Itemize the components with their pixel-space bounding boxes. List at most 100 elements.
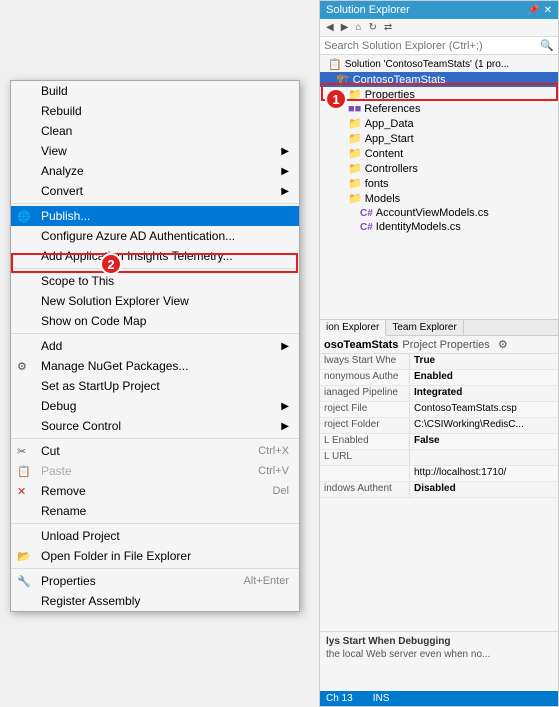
app-data-label: App_Data: [365, 118, 414, 130]
prop-val: Disabled: [410, 482, 558, 497]
se-search-bar[interactable]: 🔍: [320, 37, 558, 55]
prop-row: roject Folder C:\CSIWorking\RedisC...: [320, 418, 558, 434]
tree-content[interactable]: 📁 Content: [320, 146, 558, 161]
prop-val: ContosoTeamStats.csp: [410, 402, 558, 417]
cm-add[interactable]: Add ▶: [11, 336, 299, 356]
cm-source-control[interactable]: Source Control ▶: [11, 416, 299, 436]
forward-btn[interactable]: ▶: [339, 21, 351, 34]
folder-icon: 📁: [348, 192, 362, 205]
cm-convert[interactable]: Convert ▶: [11, 181, 299, 201]
cm-configure-azure[interactable]: Configure Azure AD Authentication...: [11, 226, 299, 246]
project-label: ContosoTeamStats: [353, 74, 446, 86]
tree-references[interactable]: ■■ References: [320, 102, 558, 116]
properties-label: Properties: [41, 574, 96, 588]
prop-link[interactable]: Project Properties: [402, 339, 489, 351]
cm-unload-project[interactable]: Unload Project: [11, 526, 299, 546]
properties-label: Properties: [365, 89, 415, 101]
cm-rename[interactable]: Rename: [11, 501, 299, 521]
content-label: Content: [365, 148, 404, 160]
cm-debug[interactable]: Debug ▶: [11, 396, 299, 416]
app-start-label: App_Start: [365, 133, 414, 145]
cm-set-startup[interactable]: Set as StartUp Project: [11, 376, 299, 396]
tree-properties[interactable]: 📁 Properties: [320, 87, 558, 102]
cm-paste[interactable]: 📋 Paste Ctrl+V: [11, 461, 299, 481]
scope-to-this-label: Scope to This: [41, 274, 114, 288]
controllers-label: Controllers: [365, 163, 418, 175]
tree-fonts[interactable]: 📁 fonts: [320, 176, 558, 191]
project-icon: 🏗️: [336, 73, 350, 86]
cm-rebuild[interactable]: Rebuild: [11, 101, 299, 121]
tree-project-item[interactable]: 🏗️ ContosoTeamStats: [320, 72, 558, 87]
build-label: Build: [41, 84, 68, 98]
prop-val: Integrated: [410, 386, 558, 401]
cm-clean[interactable]: Clean: [11, 121, 299, 141]
fonts-label: fonts: [365, 178, 389, 190]
tree-solution-root[interactable]: 📋 Solution 'ContosoTeamStats' (1 pro...: [320, 57, 558, 72]
tree-account-viewmodels[interactable]: C# AccountViewModels.cs: [320, 206, 558, 220]
paste-icon: 📋: [17, 465, 31, 478]
cm-build[interactable]: Build: [11, 81, 299, 101]
cm-view[interactable]: View ▶: [11, 141, 299, 161]
tab-solution-explorer[interactable]: ion Explorer: [320, 320, 386, 336]
cm-open-folder[interactable]: 📂 Open Folder in File Explorer: [11, 546, 299, 566]
pin-icon[interactable]: 📌: [527, 5, 539, 16]
prop-project-name: osoTeamStats: [324, 339, 398, 351]
models-label: Models: [365, 193, 400, 205]
solution-explorer-panel: Solution Explorer 📌 ✕ ◀ ▶ ⌂ ↻ ⇄ 🔍 📋 Solu…: [319, 0, 559, 320]
source-control-arrow: ▶: [281, 421, 289, 432]
prop-val: [410, 450, 558, 465]
paste-shortcut: Ctrl+V: [238, 465, 289, 477]
close-icon[interactable]: ✕: [544, 5, 552, 16]
cm-properties[interactable]: 🔧 Properties Alt+Enter: [11, 571, 299, 591]
references-label: References: [364, 103, 420, 115]
add-label: Add: [41, 339, 62, 353]
search-input[interactable]: [324, 40, 540, 52]
prop-table: lways Start Whe True nonymous Authe Enab…: [320, 354, 558, 631]
view-arrow: ▶: [281, 146, 289, 157]
folder-icon: 📁: [348, 117, 362, 130]
cm-add-insights[interactable]: Add Application Insights Telemetry...: [11, 246, 299, 266]
folder-icon: 📁: [348, 147, 362, 160]
analyze-label: Analyze: [41, 164, 84, 178]
home-btn[interactable]: ⌂: [353, 21, 363, 34]
convert-label: Convert: [41, 184, 83, 198]
tree-app-start[interactable]: 📁 App_Start: [320, 131, 558, 146]
titlebar-icons: 📌 ✕: [527, 5, 552, 16]
folder-icon: 📂: [17, 550, 31, 563]
debug-label: Debug: [41, 399, 76, 413]
gear-icon[interactable]: ⚙: [498, 338, 508, 351]
cm-separator-4: [11, 438, 299, 439]
cm-analyze[interactable]: Analyze ▶: [11, 161, 299, 181]
tab-team-explorer[interactable]: Team Explorer: [386, 320, 463, 335]
cm-remove[interactable]: ✕ Remove Del: [11, 481, 299, 501]
cm-register-assembly[interactable]: Register Assembly: [11, 591, 299, 611]
sync-btn[interactable]: ⇄: [382, 21, 394, 34]
tree-identity-models[interactable]: C# IdentityModels.cs: [320, 220, 558, 234]
set-startup-label: Set as StartUp Project: [41, 379, 160, 393]
cm-cut[interactable]: ✂ Cut Ctrl+X: [11, 441, 299, 461]
manage-nuget-label: Manage NuGet Packages...: [41, 359, 188, 373]
status-col: Ch 13: [326, 693, 353, 704]
prop-key: L URL: [320, 450, 410, 465]
cm-manage-nuget[interactable]: ⚙ Manage NuGet Packages...: [11, 356, 299, 376]
show-code-map-label: Show on Code Map: [41, 314, 146, 328]
identity-models-label: IdentityModels.cs: [376, 221, 461, 233]
cm-scope-to-this[interactable]: Scope to This: [11, 271, 299, 291]
prop-key: roject File: [320, 402, 410, 417]
nuget-icon: ⚙: [17, 360, 27, 373]
solution-explorer-titlebar: Solution Explorer 📌 ✕: [320, 1, 558, 19]
references-icon: ■■: [348, 103, 361, 115]
cm-show-code-map[interactable]: Show on Code Map: [11, 311, 299, 331]
tree-app-data[interactable]: 📁 App_Data: [320, 116, 558, 131]
cm-publish[interactable]: 🌐 Publish...: [11, 206, 299, 226]
back-btn[interactable]: ◀: [324, 21, 336, 34]
prop-key: nonymous Authe: [320, 370, 410, 385]
prop-key: lways Start Whe: [320, 354, 410, 369]
tree-controllers[interactable]: 📁 Controllers: [320, 161, 558, 176]
prop-key: indows Authent: [320, 482, 410, 497]
tree-models[interactable]: 📁 Models: [320, 191, 558, 206]
cm-new-explorer-view[interactable]: New Solution Explorer View: [11, 291, 299, 311]
refresh-btn[interactable]: ↻: [366, 21, 378, 34]
add-insights-label: Add Application Insights Telemetry...: [41, 249, 233, 263]
properties-panel: ion Explorer Team Explorer osoTeamStats …: [319, 320, 559, 707]
